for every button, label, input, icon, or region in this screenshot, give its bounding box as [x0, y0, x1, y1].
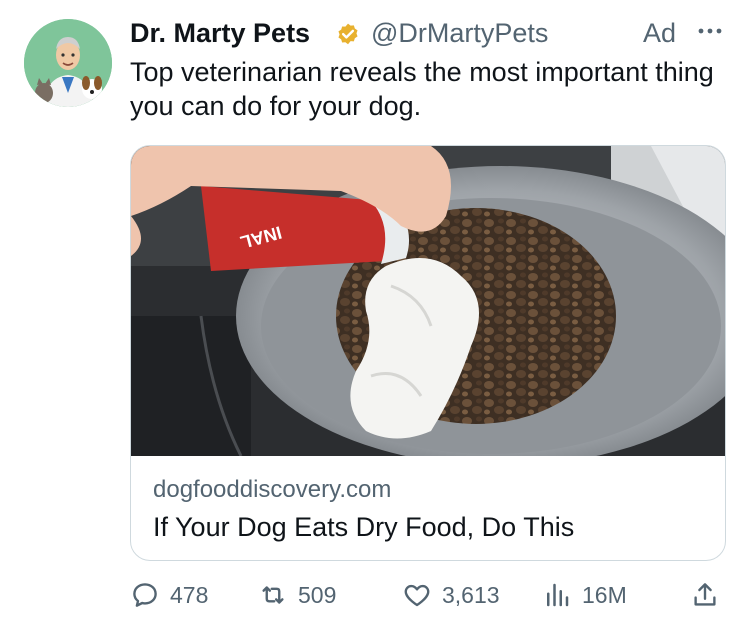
share-button[interactable]	[690, 575, 730, 615]
heart-icon	[404, 584, 430, 607]
view-count: 16M	[582, 581, 627, 608]
verified-badge-icon	[335, 22, 361, 48]
ad-label: Ad	[643, 18, 677, 48]
like-button[interactable]: 3,613	[402, 575, 500, 615]
reply-button[interactable]: 478	[130, 575, 208, 615]
card-image[interactable]: INAL	[131, 146, 725, 456]
card-title[interactable]: If Your Dog Eats Dry Food, Do This	[153, 512, 574, 543]
views-chart-icon	[547, 583, 569, 607]
views-button[interactable]: 16M	[542, 575, 627, 615]
repost-icon	[262, 586, 284, 604]
tweet-header: Dr. Marty Pets @DrMartyPets Ad	[130, 14, 730, 54]
tweet-actions: 478 509 3,613 16M	[130, 575, 730, 615]
author-avatar[interactable]	[24, 19, 112, 107]
more-horizontal-icon[interactable]	[693, 14, 727, 48]
link-card[interactable]: INAL dogfooddiscovery.com If Your Dog Ea…	[130, 145, 726, 561]
tweet-text: Top veterinarian reveals the most import…	[130, 57, 714, 121]
reply-icon	[133, 583, 157, 607]
author-handle[interactable]: @DrMartyPets	[371, 18, 548, 49]
author-name[interactable]: Dr. Marty Pets	[130, 18, 310, 49]
avatar-illustration	[24, 19, 112, 107]
like-count: 3,613	[442, 581, 500, 608]
card-domain[interactable]: dogfooddiscovery.com	[153, 476, 391, 504]
repost-button[interactable]: 509	[258, 575, 336, 615]
reply-count: 478	[170, 581, 209, 608]
share-icon	[694, 583, 716, 606]
repost-count: 509	[298, 581, 337, 608]
